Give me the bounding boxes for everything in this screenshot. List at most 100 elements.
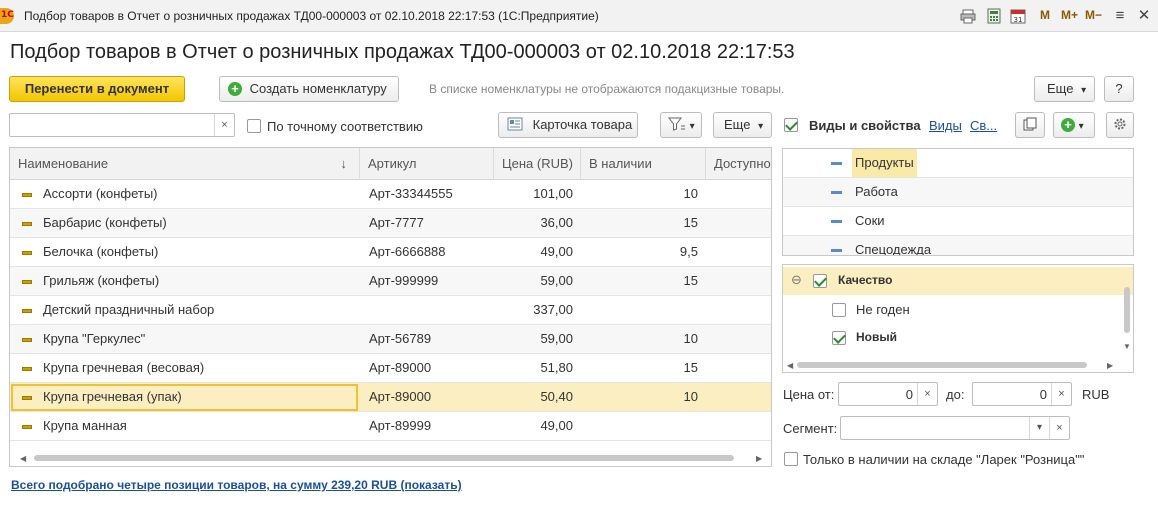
table-row[interactable]: Грильяж (конфеты) Арт-999999 59,00 15 [10,267,771,296]
segment-dropdown-icon[interactable]: ▾ [1029,417,1049,439]
category-item[interactable]: Работа [783,178,1133,207]
cell-stock: 9,5 [679,244,698,259]
category-label: Продукты [852,149,917,177]
selected-summary-link[interactable]: Всего подобрано четыре позиции товаров, … [11,478,462,492]
card-icon [507,117,523,131]
price-to-input[interactable]: 0 × [972,382,1072,406]
add-property-chevron-icon: ▾ [1078,121,1084,132]
table-row[interactable]: Крупа манная Арт-89999 49,00 [10,412,771,441]
cell-stock: 10 [683,331,698,346]
search-clear-icon[interactable]: × [214,114,234,136]
column-stock-header[interactable]: В наличии [581,148,706,180]
memory-m-plus-button[interactable]: M+ [1061,8,1078,22]
table-row[interactable]: Крупа гречневая (весовая) Арт-89000 51,80 1… [10,354,771,383]
types-link[interactable]: Виды [929,118,962,133]
column-available-header[interactable]: Доступно [706,148,771,180]
categories-list[interactable]: Продукты Работа Соки Спецодежда [782,148,1134,256]
item-icon [22,280,32,284]
gear-icon [1114,118,1126,130]
memory-m-button[interactable]: M [1040,8,1050,22]
column-article-header[interactable]: Артикул [360,148,494,180]
product-card-button[interactable]: Карточка товара [498,112,638,138]
settings-button[interactable] [1106,112,1134,138]
quality-option-row[interactable]: Не годен [783,296,1133,324]
category-item[interactable]: Продукты [783,149,1133,178]
cell-article: Арт-56789 [369,331,432,346]
collapse-icon[interactable]: ⊖ [791,272,802,288]
column-name-header[interactable]: Наименование ↓ [10,148,360,180]
cell-stock [581,412,698,440]
quality-horizontal-scrollbar[interactable] [797,362,1087,368]
exact-match-checkbox[interactable] [247,119,261,133]
cell-name: Барбарис (конфеты) [43,215,167,230]
scroll-left-icon[interactable]: ◀ [787,361,793,370]
segment-clear-icon[interactable]: × [1049,417,1069,439]
category-icon [831,191,842,194]
cell-stock: 15 [683,273,698,288]
quality-group-row[interactable]: ⊖ Качество [783,267,1133,295]
more-button-top[interactable]: Еще ▾ [1034,76,1095,102]
add-property-button[interactable]: + ▾ [1053,112,1095,138]
cell-price: 101,00 [533,186,573,201]
cell-name: Детский праздничный набор [43,302,215,317]
create-nomenclature-label: Создать номенклатуру [249,81,387,96]
exact-match-label: По точному соответствию [267,119,423,134]
table-row[interactable]: Барбарис (конфеты) Арт-7777 36,00 15 [10,209,771,238]
column-price-header[interactable]: Цена (RUB) [494,148,581,180]
quality-option-checkbox[interactable] [832,331,846,345]
quality-option-row[interactable]: Новый [783,324,1133,352]
segment-label: Сегмент: [783,421,838,436]
price-from-input[interactable]: 0 × [838,382,938,406]
scroll-right-icon[interactable]: ▶ [756,454,762,463]
category-item[interactable]: Спецодежда [783,236,1133,255]
table-row[interactable]: Детский праздничный набор 337,00 [10,296,771,325]
scroll-right-icon[interactable]: ▶ [1107,361,1113,370]
properties-link[interactable]: Св... [970,118,997,133]
app-logo-icon: 1С [0,8,14,24]
category-item[interactable]: Соки [783,207,1133,236]
scroll-left-icon[interactable]: ◀ [20,454,26,463]
cell-price: 59,00 [540,331,573,346]
cell-stock [581,296,698,324]
memory-m-minus-button[interactable]: M− [1085,8,1102,22]
scroll-down-icon[interactable]: ▼ [1123,342,1131,351]
menu-icon[interactable]: ≡ [1110,6,1130,26]
close-icon[interactable]: ✕ [1134,6,1154,26]
only-in-stock-checkbox[interactable] [784,452,798,466]
copy-button[interactable] [1015,112,1045,138]
horizontal-scrollbar[interactable] [34,455,734,461]
transfer-to-document-button[interactable]: Перенести в документ [9,76,185,102]
search-input[interactable]: × [9,113,235,137]
table-row[interactable]: Крупа "Геркулес" Арт-56789 59,00 10 [10,325,771,354]
table-row[interactable]: Крупа гречневая (упак) Арт-89000 50,40 10 [10,383,771,412]
quality-option-label: Новый [856,330,897,344]
segment-select[interactable]: ▾ × [840,416,1070,440]
create-nomenclature-button[interactable]: + Создать номенклатуру [219,76,399,102]
cell-article: Арт-89000 [369,389,432,404]
print-icon[interactable] [960,8,976,24]
price-from-clear-icon[interactable]: × [917,383,937,405]
page-title: Подбор товаров в Отчет о розничных прода… [10,41,795,63]
more-button-table[interactable]: Еще ▾ [713,112,772,138]
cell-price: 50,40 [540,389,573,404]
cell-article: Арт-89000 [369,360,432,375]
types-properties-checkbox[interactable] [784,118,798,132]
vertical-scrollbar[interactable] [1124,287,1130,333]
quality-option-checkbox[interactable] [832,303,846,317]
calendar-icon[interactable]: 31 [1010,8,1026,24]
cell-name: Крупа манная [43,418,127,433]
quality-group-checkbox[interactable] [813,274,827,288]
cell-article: Арт-6666888 [369,244,446,259]
copy-icon [1023,117,1037,131]
quality-tree[interactable]: ⊖ Качество Не годен Новый ◀ ▶ ▼ [782,264,1134,373]
price-to-clear-icon[interactable]: × [1051,383,1071,405]
table-row[interactable]: Ассорти (конфеты) Арт-33344555 101,00 10 [10,180,771,209]
help-button[interactable]: ? [1104,76,1134,102]
category-label: Соки [855,213,885,228]
calculator-icon[interactable] [986,8,1002,24]
filter-button[interactable]: ▾ [660,112,702,138]
more-label: Еще [1047,81,1074,96]
cell-stock: 10 [683,186,698,201]
table-row[interactable]: Белочка (конфеты) Арт-6666888 49,00 9,5 [10,238,771,267]
products-table[interactable]: Наименование ↓ Артикул Цена (RUB) В нали… [9,147,772,467]
